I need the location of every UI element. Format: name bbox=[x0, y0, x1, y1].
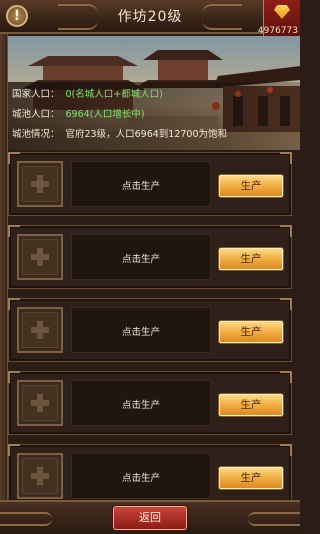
stat-value: 0(名城人口+都城人口) bbox=[65, 89, 163, 100]
plus-icon bbox=[31, 175, 49, 193]
slot-message: 点击生产 bbox=[121, 327, 160, 338]
item-slot[interactable] bbox=[17, 234, 63, 280]
produce-button[interactable]: 生产 bbox=[219, 248, 283, 270]
plus-icon bbox=[31, 321, 49, 339]
footer-ornament-right bbox=[248, 512, 300, 526]
slot-message-area[interactable]: 点击生产 bbox=[71, 161, 211, 207]
plus-icon bbox=[31, 394, 49, 412]
production-slot: 点击生产 生产 bbox=[8, 444, 292, 499]
slot-message-area[interactable]: 点击生产 bbox=[71, 307, 211, 353]
production-slot: 点击生产 生产 bbox=[8, 371, 292, 435]
currency-badge[interactable]: 4976773 bbox=[258, 0, 300, 41]
stat-label: 城池情况： bbox=[12, 129, 60, 140]
stat-value: 官府23级，人口6964到12700为饱和 bbox=[65, 129, 228, 140]
footer-ornament-left bbox=[0, 512, 52, 526]
slot-message: 点击生产 bbox=[121, 400, 160, 411]
city-stats-panel: 国家人口： 0(名城人口+都城人口) 城池人口： 6964(人口增长中) 城池情况：… bbox=[8, 82, 300, 150]
produce-button[interactable]: 生产 bbox=[219, 175, 283, 197]
item-slot[interactable] bbox=[17, 453, 63, 499]
production-slot: 点击生产 生产 bbox=[8, 225, 292, 289]
produce-button[interactable]: 生产 bbox=[219, 467, 283, 489]
plus-icon bbox=[31, 467, 49, 485]
currency-value: 4976773 bbox=[257, 26, 298, 36]
slot-message: 点击生产 bbox=[121, 254, 160, 265]
produce-button[interactable]: 生产 bbox=[219, 394, 283, 416]
produce-button[interactable]: 生产 bbox=[219, 321, 283, 343]
slot-message: 点击生产 bbox=[121, 181, 160, 192]
stat-label: 国家人口： bbox=[12, 89, 60, 100]
footer-bar: 返回 bbox=[0, 500, 300, 534]
stat-row-city-population: 城池人口： 6964(人口增长中) bbox=[12, 106, 145, 120]
side-rail bbox=[0, 34, 8, 500]
item-slot[interactable] bbox=[17, 380, 63, 426]
back-button[interactable]: 返回 bbox=[113, 506, 187, 530]
slot-message-area[interactable]: 点击生产 bbox=[71, 234, 211, 280]
gem-icon bbox=[274, 5, 290, 19]
slot-message: 点击生产 bbox=[121, 473, 160, 484]
stat-row-national-population: 国家人口： 0(名城人口+都城人口) bbox=[12, 86, 163, 100]
stat-label: 城池人口： bbox=[12, 109, 60, 120]
slot-message-area[interactable]: 点击生产 bbox=[71, 453, 211, 499]
item-slot[interactable] bbox=[17, 307, 63, 353]
item-slot[interactable] bbox=[17, 161, 63, 207]
city-banner: 国家人口： 0(名城人口+都城人口) 城池人口： 6964(人口增长中) 城池情况：… bbox=[8, 36, 300, 150]
page-title: 作坊20级 bbox=[117, 9, 183, 25]
plus-icon bbox=[31, 248, 49, 266]
production-list[interactable]: 点击生产 生产 点击生产 生产 点击生产 生产 点击生产 生产 点击生产 生产 bbox=[8, 152, 292, 499]
production-slot: 点击生产 生产 bbox=[8, 152, 292, 216]
stat-row-city-status: 城池情况： 官府23级，人口6964到12700为饱和 bbox=[12, 126, 227, 140]
header-ornament-right bbox=[202, 4, 242, 30]
slot-message-area[interactable]: 点击生产 bbox=[71, 380, 211, 426]
production-slot: 点击生产 生产 bbox=[8, 298, 292, 362]
stat-value: 6964(人口增长中) bbox=[65, 109, 145, 120]
